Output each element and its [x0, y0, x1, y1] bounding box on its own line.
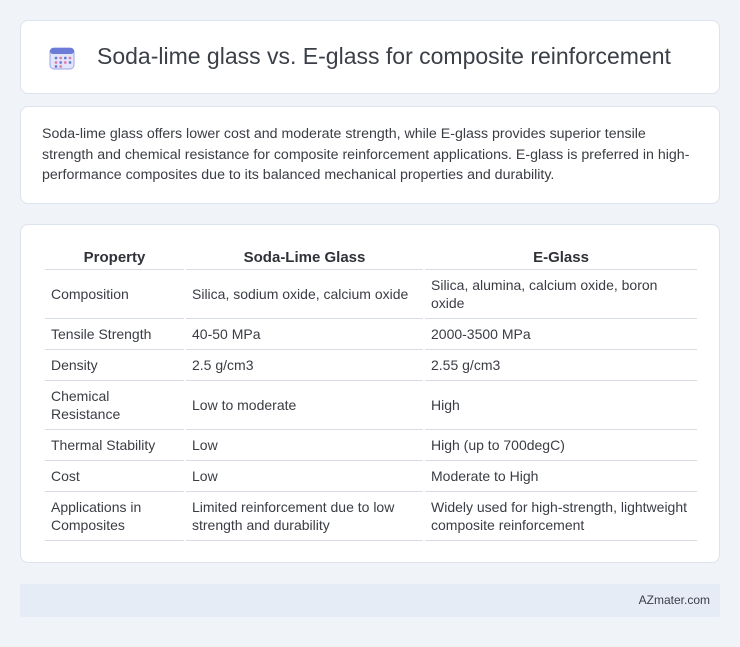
- summary-card: Soda-lime glass offers lower cost and mo…: [20, 106, 720, 204]
- row-label: Thermal Stability: [45, 430, 184, 461]
- table-row: Composition Silica, sodium oxide, calciu…: [45, 270, 697, 319]
- table-row: Thermal Stability Low High (up to 700deg…: [45, 430, 697, 461]
- e-glass-value: Silica, alumina, calcium oxide, boron ox…: [425, 270, 697, 319]
- e-glass-value: High (up to 700degC): [425, 430, 697, 461]
- e-glass-value: Widely used for high-strength, lightweig…: [425, 492, 697, 541]
- table-row: Chemical Resistance Low to moderate High: [45, 381, 697, 430]
- soda-lime-value: Low: [186, 430, 423, 461]
- soda-lime-value: 2.5 g/cm3: [186, 350, 423, 381]
- calendar-icon: [49, 47, 75, 70]
- row-label: Chemical Resistance: [45, 381, 184, 430]
- footer-bar: AZmater.com: [20, 584, 720, 617]
- row-label: Density: [45, 350, 184, 381]
- e-glass-value: 2.55 g/cm3: [425, 350, 697, 381]
- table-header-row: Property Soda-Lime Glass E-Glass: [45, 243, 697, 270]
- e-glass-value: High: [425, 381, 697, 430]
- table-row: Applications in Composites Limited reinf…: [45, 492, 697, 541]
- table-row: Tensile Strength 40-50 MPa 2000-3500 MPa: [45, 319, 697, 350]
- header-property: Property: [45, 243, 184, 270]
- title-card: Soda-lime glass vs. E-glass for composit…: [20, 20, 720, 94]
- e-glass-value: 2000-3500 MPa: [425, 319, 697, 350]
- row-label: Tensile Strength: [45, 319, 184, 350]
- row-label: Composition: [45, 270, 184, 319]
- row-label: Cost: [45, 461, 184, 492]
- footer-site-link[interactable]: AZmater.com: [639, 593, 710, 607]
- e-glass-value: Moderate to High: [425, 461, 697, 492]
- table-row: Density 2.5 g/cm3 2.55 g/cm3: [45, 350, 697, 381]
- header-e-glass: E-Glass: [425, 243, 697, 270]
- summary-text: Soda-lime glass offers lower cost and mo…: [42, 126, 690, 183]
- comparison-table: Property Soda-Lime Glass E-Glass Composi…: [43, 243, 699, 541]
- comparison-table-card: Property Soda-Lime Glass E-Glass Composi…: [20, 224, 720, 563]
- row-label: Applications in Composites: [45, 492, 184, 541]
- soda-lime-value: 40-50 MPa: [186, 319, 423, 350]
- page-title: Soda-lime glass vs. E-glass for composit…: [97, 43, 671, 69]
- header-soda-lime-glass: Soda-Lime Glass: [186, 243, 423, 270]
- soda-lime-value: Silica, sodium oxide, calcium oxide: [186, 270, 423, 319]
- table-row: Cost Low Moderate to High: [45, 461, 697, 492]
- soda-lime-value: Low to moderate: [186, 381, 423, 430]
- soda-lime-value: Low: [186, 461, 423, 492]
- soda-lime-value: Limited reinforcement due to low strengt…: [186, 492, 423, 541]
